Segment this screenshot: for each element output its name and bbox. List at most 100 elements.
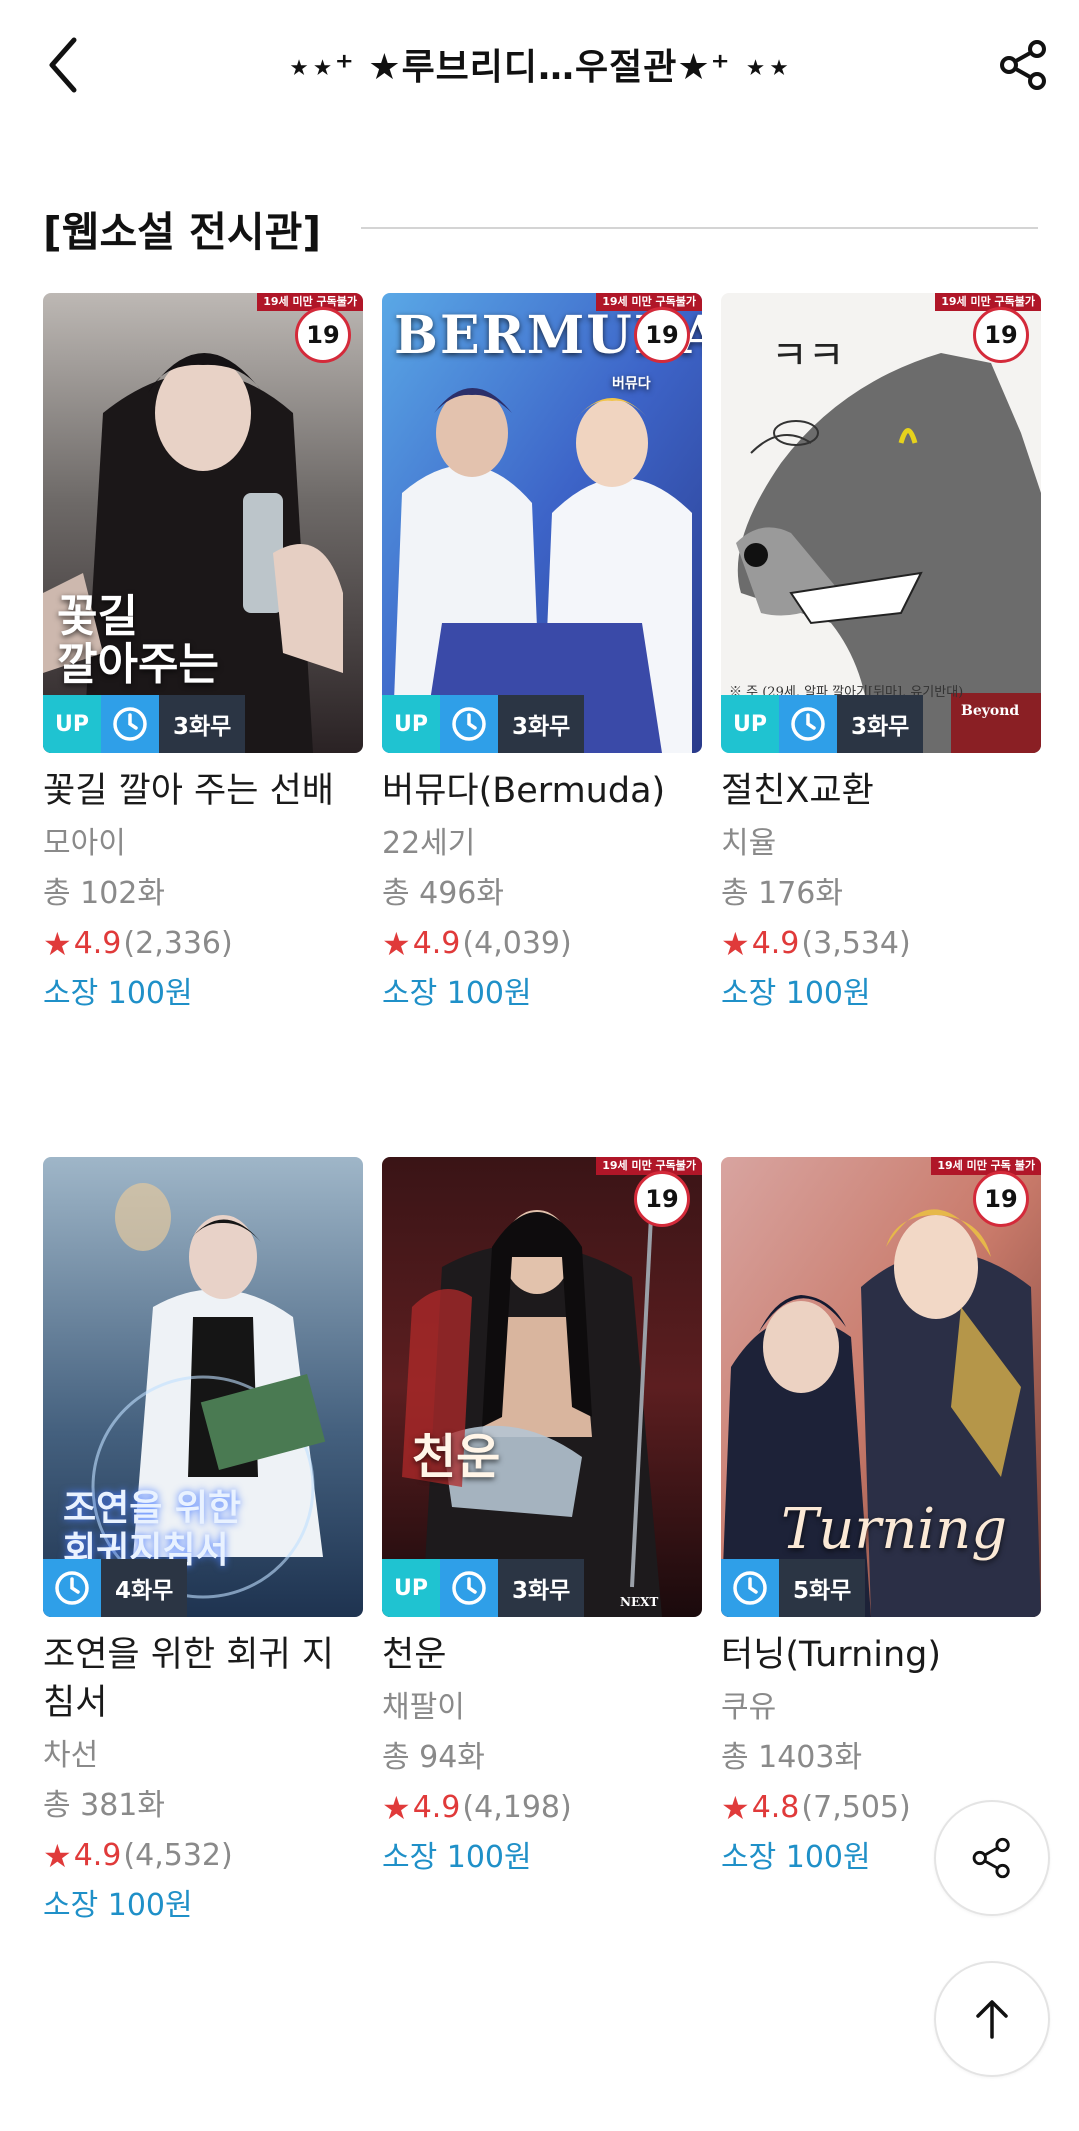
rating-score: 4.9	[412, 926, 461, 961]
publisher-logo: NEXT	[620, 1595, 659, 1609]
up-badge: UP	[382, 695, 440, 753]
rating-score: 4.9	[751, 926, 800, 961]
badge-group: UP 3화무	[382, 1559, 585, 1617]
book-card[interactable]: ㅋㅋ ※ 주 (29세, 알파 깔아기[뒤마], 유기반대) Beyond 19…	[721, 293, 1041, 1019]
back-button[interactable]	[34, 30, 94, 100]
chevron-left-icon	[49, 37, 77, 93]
rating-count: (2,336)	[123, 926, 233, 961]
up-badge: UP	[43, 695, 101, 753]
clock-icon	[721, 1559, 779, 1617]
rating-count: (4,039)	[462, 926, 572, 961]
age-rating-badge: 19	[295, 307, 351, 363]
rating: ★ 4.9 (3,534)	[721, 919, 1041, 969]
free-episodes-badge: 5화무	[779, 1559, 866, 1617]
up-badge: UP	[721, 695, 779, 753]
age-notice: 19세 미만 구독불가	[596, 293, 702, 311]
star-icon: ★	[382, 1789, 411, 1827]
rating: ★ 4.9 (2,336)	[43, 919, 363, 969]
book-author: 22세기	[382, 826, 476, 861]
book-title[interactable]: 조연을 위한 회귀 지침서	[43, 1631, 363, 1727]
star-icon: ★	[721, 925, 750, 963]
book-title[interactable]: 천운	[382, 1631, 702, 1679]
rating: ★ 4.9 (4,198)	[382, 1783, 702, 1833]
top-bar: ⋆⋆⁺ ★루브리디…우절관★⁺ ⋆⋆	[0, 0, 1079, 130]
book-card[interactable]: 조연을 위한 회귀지침서 4화무 조연을 위한 회귀 지침서 차선 총 381화…	[43, 1157, 363, 1931]
book-title[interactable]: 버뮤다(Bermuda)	[382, 767, 702, 815]
cover-title-text: ㅋㅋ	[771, 333, 845, 379]
section-title: [웹소설 전시관]	[43, 208, 322, 256]
share-button[interactable]	[989, 30, 1059, 100]
book-author: 채팔이	[382, 1690, 465, 1725]
arrow-up-icon	[976, 2000, 1008, 2039]
book-card[interactable]: Turning 19세 미만 구독 불가 19 5화무 터닝(Turning) …	[721, 1157, 1041, 1883]
section-divider	[361, 227, 1038, 229]
episode-count: 총 94화	[382, 1740, 485, 1775]
book-cover[interactable]: ㅋㅋ ※ 주 (29세, 알파 깔아기[뒤마], 유기반대) Beyond 19…	[721, 293, 1041, 753]
price: 소장 100원	[721, 976, 871, 1011]
share-icon	[1000, 40, 1046, 90]
book-row: 조연을 위한 회귀지침서 4화무 조연을 위한 회귀 지침서 차선 총 381화…	[43, 1157, 1041, 1923]
rating-score: 4.9	[73, 926, 122, 961]
book-title[interactable]: 절친X교환	[721, 767, 1041, 815]
clock-icon	[101, 695, 159, 753]
price: 소장 100원	[382, 976, 532, 1011]
book-cover[interactable]: BERMUDA 버뮤다 19세 미만 구독불가 19 UP 3화무	[382, 293, 702, 753]
rating-score: 4.9	[412, 1790, 461, 1825]
cover-title-text: 천운	[412, 1429, 501, 1485]
star-icon: ★	[43, 1837, 72, 1875]
rating-count: (4,198)	[462, 1790, 572, 1825]
cover-title-text: 꽃길 깔아주는	[57, 591, 219, 690]
book-author: 쿠유	[721, 1690, 777, 1725]
age-rating-badge: 19	[973, 307, 1029, 363]
clock-icon	[440, 695, 498, 753]
star-icon: ★	[43, 925, 72, 963]
rating-count: (7,505)	[801, 1790, 911, 1825]
episode-count: 총 102화	[43, 876, 165, 911]
rating-score: 4.8	[751, 1790, 800, 1825]
age-notice: 19세 미만 구독불가	[596, 1157, 702, 1175]
book-card[interactable]: 천운 NEXT 19세 미만 구독불가 19 UP 3화무 천운 채팔이 총 9…	[382, 1157, 702, 1883]
age-notice: 19세 미만 구독불가	[935, 293, 1041, 311]
badge-group: UP 3화무	[43, 695, 246, 753]
book-title[interactable]: 꽃길 깔아 주는 선배	[43, 767, 363, 815]
episode-count: 총 381화	[43, 1788, 165, 1823]
badge-group: 4화무	[43, 1559, 188, 1617]
price: 소장 100원	[43, 1888, 193, 1923]
free-episodes-badge: 3화무	[498, 1559, 585, 1617]
episode-count: 총 1403화	[721, 1740, 863, 1775]
badge-group: 5화무	[721, 1559, 866, 1617]
rating: ★ 4.9 (4,532)	[43, 1831, 363, 1881]
book-author: 모아이	[43, 826, 126, 861]
book-card[interactable]: 꽃길 깔아주는 19세 미만 구독불가 19 UP 3화무 꽃길 깔아 주는 선…	[43, 293, 363, 1019]
book-title[interactable]: 터닝(Turning)	[721, 1631, 1041, 1679]
episode-count: 총 176화	[721, 876, 843, 911]
floating-share-button[interactable]	[934, 1800, 1050, 1916]
rating-score: 4.9	[73, 1838, 122, 1873]
rating: ★ 4.9 (4,039)	[382, 919, 702, 969]
book-cover[interactable]: 천운 NEXT 19세 미만 구독불가 19 UP 3화무	[382, 1157, 702, 1617]
publisher-logo: Beyond	[961, 703, 1020, 719]
up-badge: UP	[382, 1559, 440, 1617]
free-episodes-badge: 3화무	[498, 695, 585, 753]
cover-subtitle-text: 버뮤다	[612, 376, 651, 392]
book-cover[interactable]: 꽃길 깔아주는 19세 미만 구독불가 19 UP 3화무	[43, 293, 363, 753]
cover-title-text: Turning	[781, 1497, 1008, 1562]
rating-count: (3,534)	[801, 926, 911, 961]
free-episodes-badge: 3화무	[837, 695, 924, 753]
scroll-to-top-button[interactable]	[934, 1961, 1050, 2077]
book-card[interactable]: BERMUDA 버뮤다 19세 미만 구독불가 19 UP 3화무 버뮤다(Be…	[382, 293, 702, 1019]
book-cover[interactable]: 조연을 위한 회귀지침서 4화무	[43, 1157, 363, 1617]
section-header: [웹소설 전시관]	[43, 198, 1038, 258]
badge-group: UP 3화무	[721, 695, 924, 753]
age-notice: 19세 미만 구독불가	[257, 293, 363, 311]
star-icon: ★	[721, 1789, 750, 1827]
free-episodes-badge: 3화무	[159, 695, 246, 753]
clock-icon	[43, 1559, 101, 1617]
clock-icon	[779, 695, 837, 753]
age-rating-badge: 19	[634, 1171, 690, 1227]
book-author: 차선	[43, 1738, 99, 1773]
age-rating-badge: 19	[634, 307, 690, 363]
age-notice: 19세 미만 구독 불가	[931, 1157, 1041, 1175]
book-row: 꽃길 깔아주는 19세 미만 구독불가 19 UP 3화무 꽃길 깔아 주는 선…	[43, 293, 1041, 1011]
book-cover[interactable]: Turning 19세 미만 구독 불가 19 5화무	[721, 1157, 1041, 1617]
